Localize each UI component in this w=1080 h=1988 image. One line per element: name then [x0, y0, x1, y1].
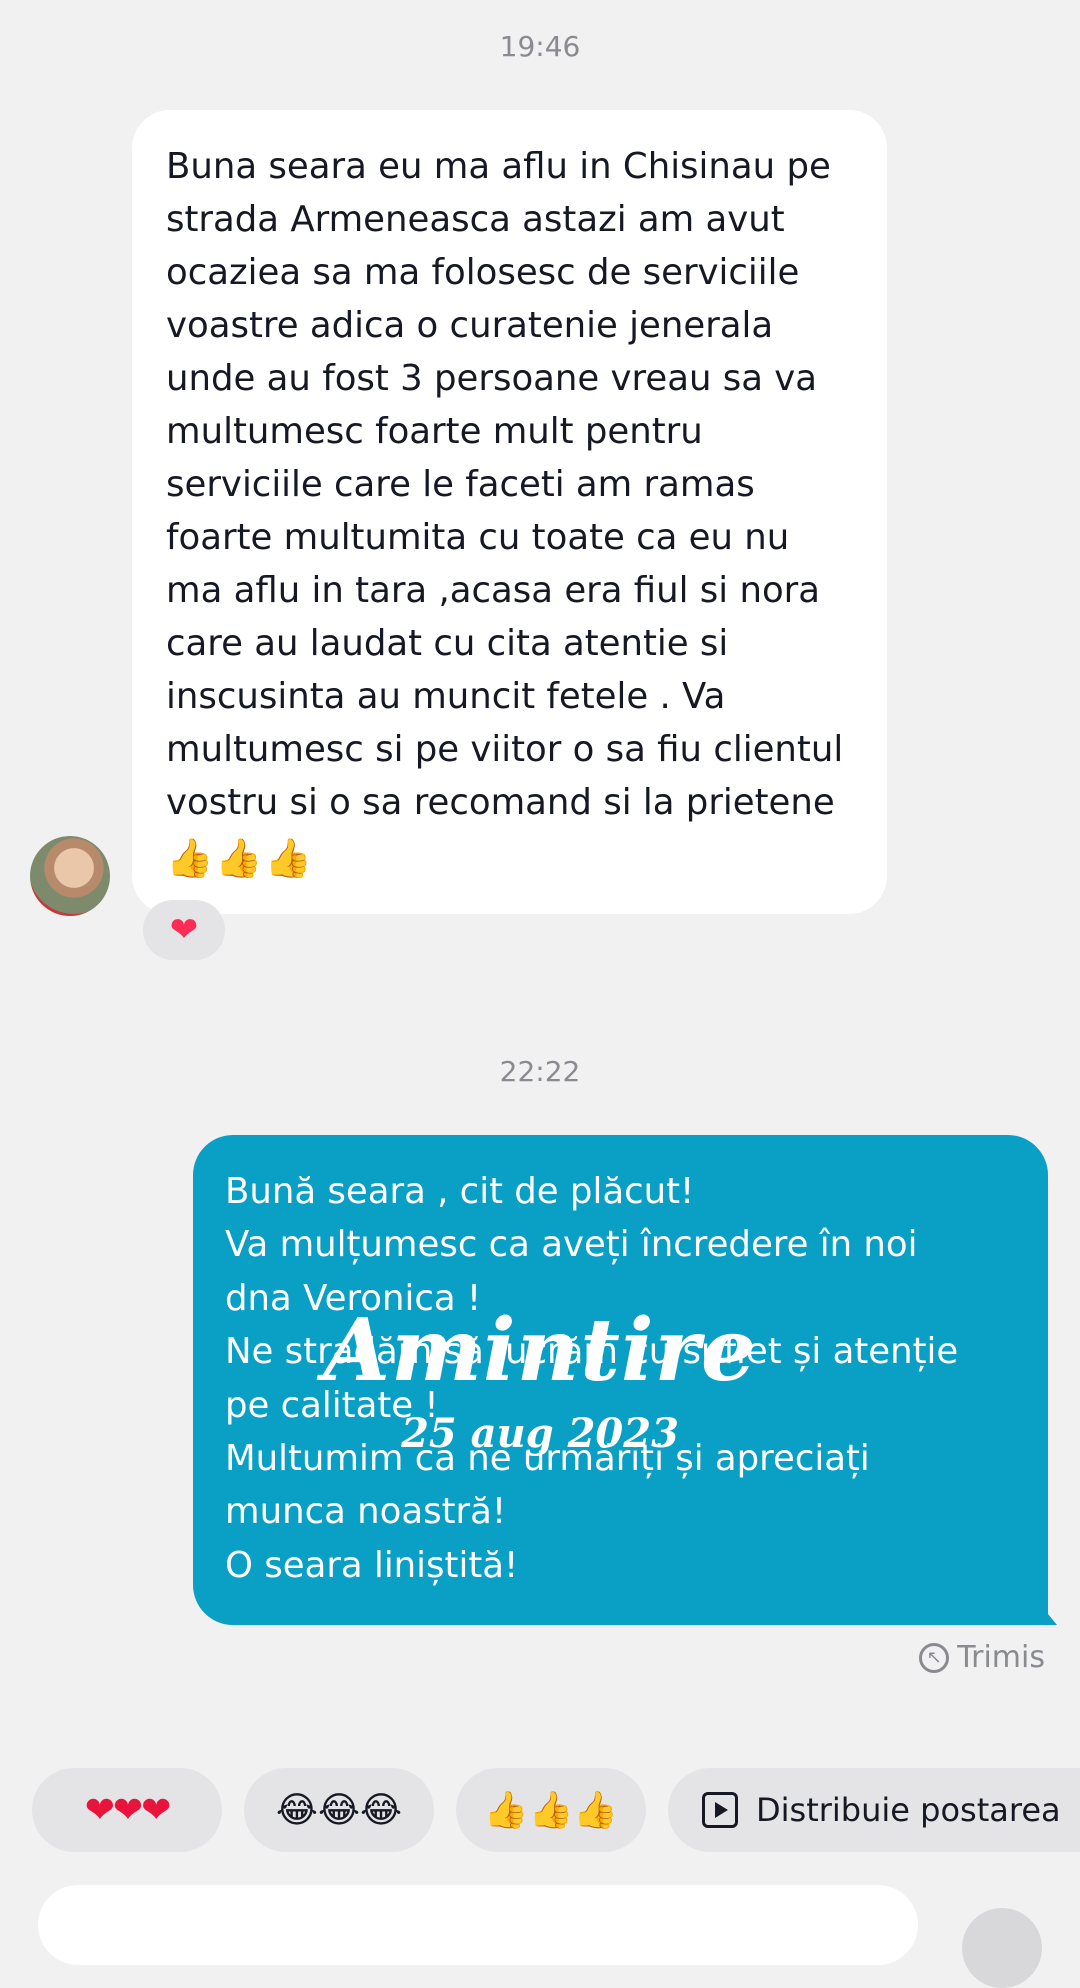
quick-reply-row: ❤❤❤ 😂😂😂 👍👍👍 Distribuie postarea — [32, 1768, 1080, 1852]
message-status: ↖ Trimis — [919, 1640, 1045, 1675]
sent-arrow-icon: ↖ — [919, 1642, 950, 1673]
quick-reply-thumbs[interactable]: 👍👍👍 — [456, 1768, 646, 1852]
outgoing-message-bubble[interactable]: Bună seara , cit de plăcut! Va mulțumesc… — [193, 1135, 1057, 1625]
timestamp: 22:22 — [499, 1055, 581, 1088]
hearts-label: ❤❤❤ — [84, 1789, 171, 1831]
heart-icon: ❤ — [169, 910, 199, 950]
status-label: Trimis — [957, 1640, 1045, 1675]
avatar[interactable] — [30, 836, 110, 916]
incoming-message-text: Buna seara eu ma aflu in Chisinau pe str… — [166, 146, 844, 823]
outgoing-message-text: Bună seara , cit de plăcut! Va mulțumesc… — [225, 1171, 959, 1586]
message-input[interactable] — [38, 1885, 918, 1965]
share-post-button[interactable]: Distribuie postarea — [668, 1768, 1080, 1852]
incoming-message-bubble[interactable]: Buna seara eu ma aflu in Chisinau pe str… — [132, 110, 887, 914]
thumbs-up-emojis: 👍👍👍 — [166, 836, 314, 880]
quick-reply-laughing[interactable]: 😂😂😂 — [244, 1768, 434, 1852]
send-button[interactable] — [962, 1908, 1042, 1988]
laughing-label: 😂😂😂 — [275, 1789, 403, 1831]
timestamp: 19:46 — [499, 30, 581, 63]
thumbs-label: 👍👍👍 — [483, 1790, 619, 1831]
heart-reaction[interactable]: ❤ — [143, 900, 225, 960]
quick-reply-hearts[interactable]: ❤❤❤ — [32, 1768, 222, 1852]
share-post-label: Distribuie postarea — [756, 1791, 1061, 1829]
play-icon — [702, 1792, 738, 1828]
